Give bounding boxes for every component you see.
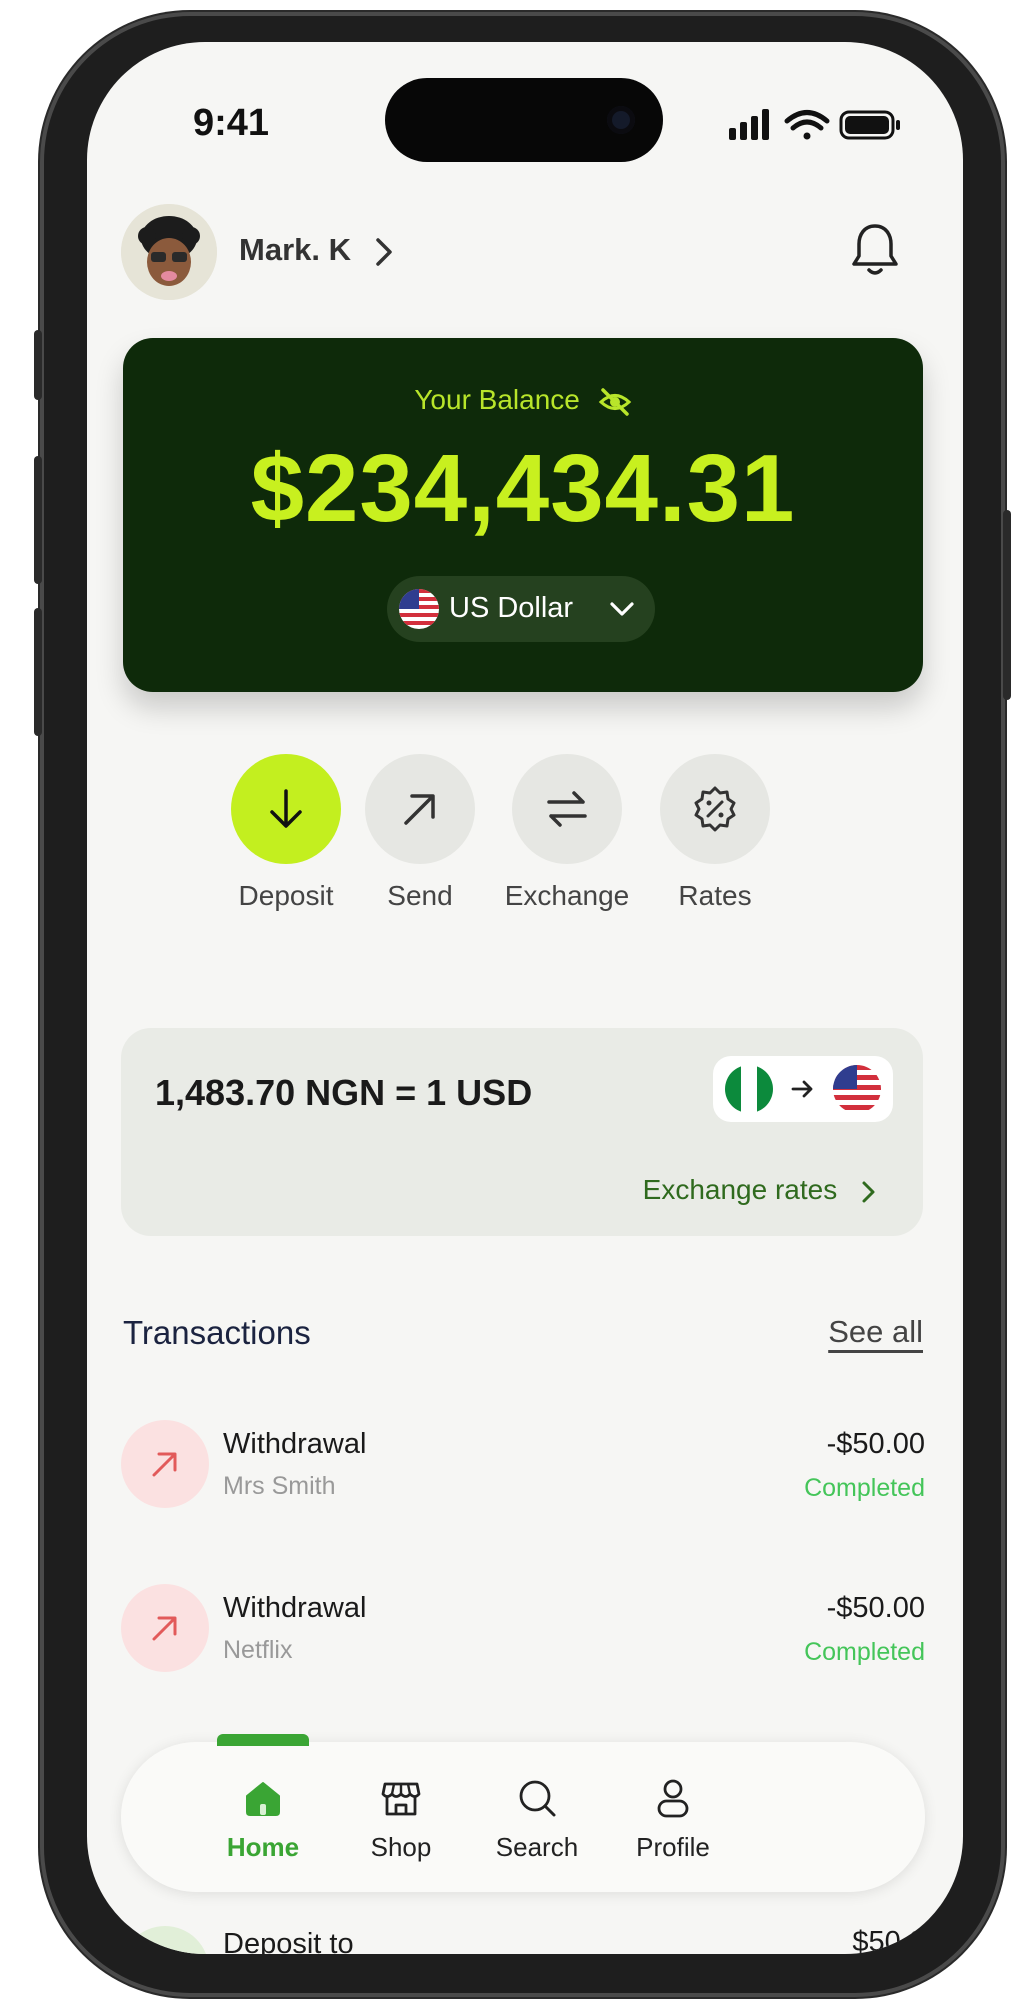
transaction-recipient: Netflix [223, 1636, 293, 1664]
status-icons [729, 109, 900, 140]
signal-icon [729, 109, 769, 140]
exchange-icon [547, 791, 587, 827]
transaction-label: Withdrawal [223, 1428, 367, 1460]
active-tab-indicator [217, 1734, 309, 1746]
transaction-label: Withdrawal [223, 1592, 367, 1624]
exchange-circle [512, 754, 622, 864]
see-all-link[interactable]: See all [828, 1314, 923, 1350]
transaction-amount: -$50.00 [826, 1428, 925, 1460]
bottom-tab-bar: Home Shop Search Profile [121, 1734, 925, 1892]
transaction-amount: $50.0 [852, 1926, 925, 1954]
tab-label: Shop [370, 1832, 432, 1862]
tab-label: Home [226, 1832, 300, 1862]
withdrawal-icon-badge [121, 1584, 209, 1672]
transaction-amount: -$50.00 [826, 1592, 925, 1624]
user-icon [657, 1779, 689, 1818]
tab-search[interactable]: Search [467, 1776, 607, 1863]
memoji-icon [121, 204, 217, 300]
battery-icon [839, 110, 900, 140]
bell-icon[interactable] [849, 220, 901, 280]
transaction-label: Deposit to [223, 1928, 354, 1954]
exchange-rate-text: 1,483.70 NGN = 1 USD [155, 1072, 533, 1113]
percent-badge-icon [694, 786, 736, 832]
app-screen: 9:41 Mark. K Your Balance $234,434.31 US… [87, 42, 963, 1954]
send-circle [365, 754, 475, 864]
us-flag-icon [399, 589, 439, 629]
withdrawal-icon-badge [121, 1420, 209, 1508]
chevron-right-icon[interactable] [369, 232, 401, 272]
arrow-up-right-icon [404, 794, 435, 825]
arrow-up-right-icon [152, 1452, 177, 1477]
exchange-rates-link[interactable]: Exchange rates [643, 1174, 879, 1206]
tab-home[interactable]: Home [193, 1776, 333, 1863]
balance-label: Your Balance [414, 384, 580, 415]
chevron-down-icon [610, 602, 634, 616]
exchange-rates-link-label: Exchange rates [642, 1174, 838, 1205]
tab-label: Search [495, 1832, 579, 1862]
transaction-row[interactable]: Deposit to $50.0 [121, 1918, 925, 1954]
transaction-status: Completed [804, 1474, 925, 1502]
transaction-row[interactable]: Withdrawal Mrs Smith -$50.00 Completed [121, 1420, 925, 1510]
wifi-icon [784, 110, 830, 140]
store-icon [381, 1782, 421, 1816]
us-flag-icon [833, 1065, 881, 1113]
currency-label: US Dollar [449, 592, 574, 624]
balance-amount: $234,434.31 [250, 435, 796, 542]
deposit-icon-badge [121, 1926, 209, 1954]
deposit-circle [231, 754, 341, 864]
exchange-rate-card[interactable]: 1,483.70 NGN = 1 USD Exchange rates [121, 1028, 923, 1236]
tab-profile[interactable]: Profile [603, 1776, 743, 1863]
balance-card: Your Balance $234,434.31 US Dollar [123, 338, 923, 692]
home-icon [246, 1782, 280, 1816]
tab-shop[interactable]: Shop [331, 1776, 471, 1863]
transaction-recipient: Mrs Smith [223, 1472, 336, 1500]
balance-label-row: Your Balance [123, 384, 923, 417]
currency-pair [713, 1056, 893, 1122]
action-button [34, 330, 42, 400]
arrow-up-right-icon [152, 1616, 177, 1641]
nigeria-flag-icon [725, 1065, 773, 1113]
rates-label: Rates [678, 880, 752, 911]
transaction-row[interactable]: Withdrawal Netflix -$50.00 Completed [121, 1584, 925, 1674]
camera-icon [607, 106, 635, 134]
volume-up-button [34, 456, 42, 584]
currency-selector[interactable]: US Dollar [387, 576, 655, 642]
dynamic-island [385, 78, 663, 162]
power-button [1003, 510, 1011, 700]
arrow-right-icon [791, 1080, 813, 1098]
rates-circle [660, 754, 770, 864]
avatar[interactable] [121, 204, 217, 300]
chevron-right-icon [862, 1181, 875, 1203]
transactions-title: Transactions [123, 1314, 311, 1351]
tab-label: Profile [636, 1832, 710, 1862]
status-time: 9:41 [193, 102, 270, 144]
transaction-status: Completed [804, 1638, 925, 1666]
eye-off-icon[interactable] [598, 387, 632, 417]
search-icon [519, 1780, 556, 1817]
volume-down-button [34, 608, 42, 736]
rates-button[interactable]: Rates [625, 754, 805, 912]
arrow-down-icon [270, 789, 302, 828]
user-name[interactable]: Mark. K [239, 232, 351, 268]
